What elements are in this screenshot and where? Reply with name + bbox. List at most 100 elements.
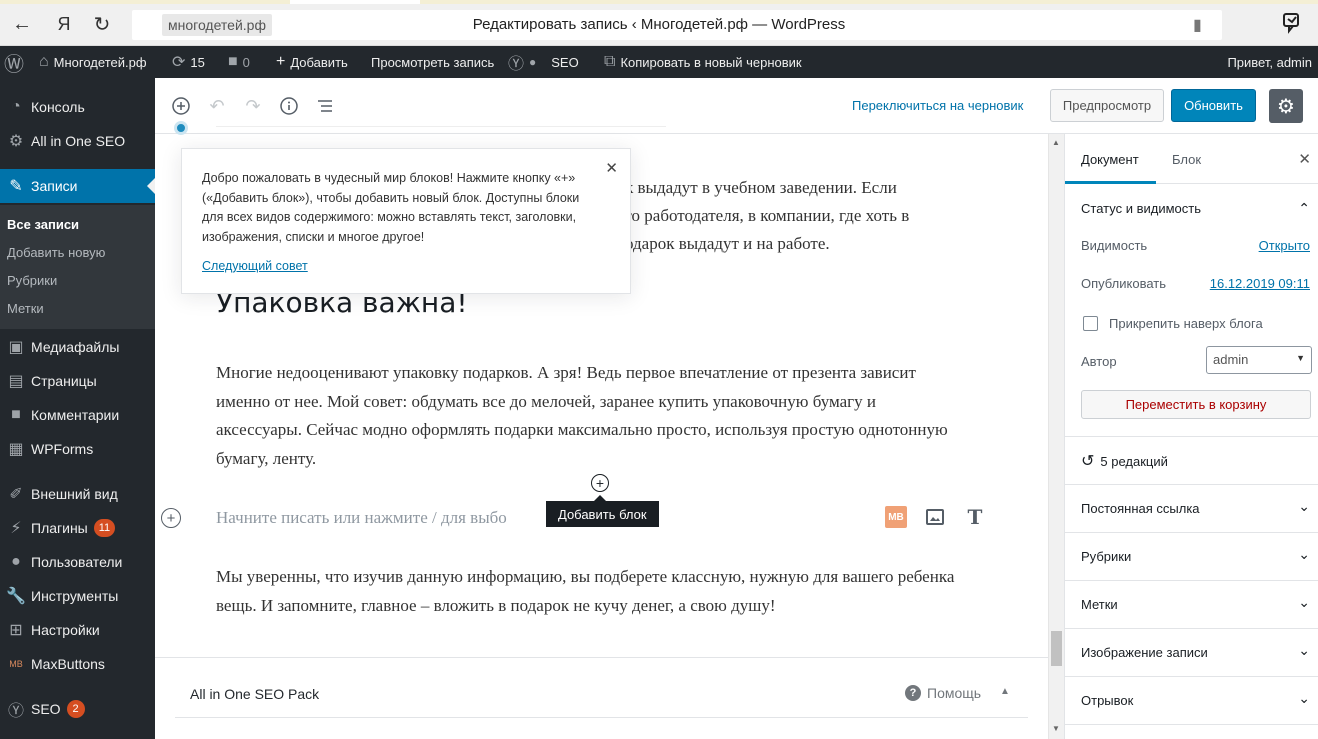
redo-icon[interactable]: ↷: [241, 94, 265, 118]
close-sidebar-icon[interactable]: ✕: [1298, 150, 1311, 168]
reload-icon[interactable]: ↻: [90, 12, 114, 36]
excerpt-section[interactable]: Отрывок: [1081, 693, 1133, 708]
tip-indicator-dot[interactable]: [174, 121, 188, 135]
chevron-down-icon[interactable]: ⌄: [1298, 594, 1310, 611]
move-to-trash-button[interactable]: Переместить в корзину: [1081, 390, 1311, 419]
view-post-link[interactable]: Просмотреть запись: [371, 46, 494, 78]
next-tip-link[interactable]: Следующий совет: [202, 259, 308, 273]
chevron-down-icon[interactable]: ⌄: [1298, 690, 1310, 707]
panel-divider: [1065, 484, 1318, 485]
paragraph-block-final[interactable]: Мы уверенны, что изучив данную информаци…: [216, 563, 966, 620]
undo-icon[interactable]: ↶: [205, 94, 229, 118]
sidebar-item-users[interactable]: ● Пользователи: [0, 545, 155, 579]
paragraph-line-2[interactable]: го работодателя, в компании, где хоть в: [625, 202, 945, 231]
browser-toolbar: ← Я ↻ многодетей.рф Редактировать запись…: [0, 0, 1318, 46]
chat-extension-icon[interactable]: [1282, 12, 1304, 40]
bookmark-icon[interactable]: ▮: [1193, 15, 1202, 35]
paragraph-block[interactable]: Многие недооценивают упаковку подарков. …: [216, 359, 966, 473]
back-icon[interactable]: ←: [10, 12, 34, 36]
paragraph-line-1[interactable]: к выдадут в учебном заведении. Если: [625, 174, 945, 203]
add-block-icon[interactable]: [169, 94, 193, 118]
permalink-section[interactable]: Постоянная ссылка: [1081, 501, 1200, 516]
revisions-label: 5 редакций: [1100, 453, 1168, 469]
maxbuttons-block-icon[interactable]: MB: [885, 506, 907, 528]
sidebar-item-pages[interactable]: ▤ Страницы: [0, 364, 155, 398]
settings-gear-icon[interactable]: ⚙: [1269, 89, 1303, 123]
tab-document[interactable]: Документ: [1081, 152, 1139, 167]
tags-section[interactable]: Метки: [1081, 597, 1118, 612]
submenu-categories[interactable]: Рубрики: [7, 273, 57, 288]
empty-block-placeholder[interactable]: Начните писать или нажмите / для выбо: [216, 508, 507, 528]
site-name-link[interactable]: ⌂ Многодетей.рф: [39, 46, 147, 78]
panel-divider: [1065, 628, 1318, 629]
author-select[interactable]: admin ▼: [1206, 346, 1312, 374]
outline-list-icon[interactable]: [313, 94, 337, 118]
paragraph-line-3[interactable]: одарок выдадут и на работе.: [625, 230, 945, 259]
comments-link[interactable]: ■ 0: [228, 46, 250, 78]
visibility-value-link[interactable]: Открыто: [1259, 238, 1310, 253]
active-tab[interactable]: [290, 0, 420, 4]
sidebar-item-tools[interactable]: 🔧 Инструменты: [0, 579, 155, 613]
scroll-up-icon[interactable]: ▲: [1052, 138, 1060, 147]
chevron-up-icon[interactable]: ⌃: [1298, 200, 1310, 217]
aioseo-title[interactable]: All in One SEO Pack: [190, 686, 319, 702]
sidebar-label: Настройки: [31, 622, 100, 638]
publish-date-link[interactable]: 16.12.2019 09:11: [1210, 276, 1310, 291]
sidebar-item-media[interactable]: ▣ Медиафайлы: [0, 330, 155, 364]
copy-draft-link[interactable]: ⧉ Копировать в новый черновик: [604, 46, 802, 78]
featured-image-section[interactable]: Изображение записи: [1081, 645, 1208, 660]
editor-scrollbar[interactable]: ▲ ▼: [1048, 134, 1064, 739]
submenu-all-posts[interactable]: Все записи: [7, 217, 79, 232]
scroll-down-icon[interactable]: ▼: [1052, 724, 1060, 733]
sidebar-item-maxbuttons[interactable]: MB MaxButtons: [0, 647, 155, 681]
add-new-link[interactable]: + Добавить: [276, 46, 348, 78]
updates-icon: ⟳: [172, 54, 186, 71]
chevron-down-icon[interactable]: ⌄: [1298, 642, 1310, 659]
status-visibility-title[interactable]: Статус и видимость: [1081, 201, 1201, 216]
block-inserter-icon[interactable]: +: [161, 508, 181, 528]
image-block-icon[interactable]: [926, 509, 944, 525]
author-value: admin: [1213, 352, 1249, 367]
yandex-button[interactable]: Я: [52, 12, 76, 36]
stick-to-top-checkbox[interactable]: [1083, 316, 1098, 331]
sidebar-label: Пользователи: [31, 554, 123, 570]
chevron-down-icon[interactable]: ⌄: [1298, 546, 1310, 563]
categories-section[interactable]: Рубрики: [1081, 549, 1131, 564]
wrench-icon: 🔧: [6, 588, 26, 605]
sidebar-item-aioseo[interactable]: ⚙ All in One SEO: [0, 124, 155, 158]
submenu-add-new[interactable]: Добавить новую: [7, 245, 105, 260]
update-button[interactable]: Обновить: [1171, 89, 1256, 122]
sidebar-item-seo[interactable]: Ⓨ SEO 2: [0, 692, 155, 726]
address-bar[interactable]: [132, 10, 1222, 40]
scrollbar-thumb[interactable]: [1051, 631, 1062, 666]
close-icon[interactable]: ✕: [605, 159, 618, 177]
user-greeting[interactable]: Привет, admin: [1227, 46, 1312, 78]
collapse-arrow-icon[interactable]: ▲: [1000, 686, 1010, 697]
panel-divider: [1065, 532, 1318, 533]
sidebar-item-dashboard[interactable]: ◔ Консоль: [0, 90, 155, 124]
seo-label: SEO: [551, 54, 579, 70]
url-domain[interactable]: многодетей.рф: [162, 14, 272, 36]
sibling-inserter-icon[interactable]: +: [591, 474, 609, 492]
sidebar-item-wpforms[interactable]: ▦ WPForms: [0, 432, 155, 466]
wordpress-logo-icon[interactable]: Ⓦ: [4, 46, 24, 78]
yoast-seo-link[interactable]: Ⓨ ● SEO: [508, 46, 579, 78]
seo-badge: 2: [66, 700, 85, 718]
panel-divider: [1065, 724, 1318, 725]
sidebar-item-appearance[interactable]: ✐ Внешний вид: [0, 477, 155, 511]
chevron-down-icon[interactable]: ⌄: [1298, 498, 1310, 515]
sidebar-item-settings[interactable]: ⊞ Настройки: [0, 613, 155, 647]
revisions-link[interactable]: ↺ 5 редакций: [1081, 451, 1168, 471]
sidebar-item-posts[interactable]: ✎ Записи: [0, 169, 155, 203]
aioseo-help-link[interactable]: ? Помощь: [905, 685, 981, 701]
heading-block-icon[interactable]: T: [964, 505, 986, 529]
submenu-tags[interactable]: Метки: [7, 301, 44, 316]
switch-to-draft-link[interactable]: Переключиться на черновик: [852, 98, 1023, 113]
sidebar-item-plugins[interactable]: ⚡ Плагины 11: [0, 511, 155, 545]
updates-link[interactable]: ⟳ 15: [172, 46, 205, 78]
panel-divider: [1065, 580, 1318, 581]
info-icon[interactable]: [277, 94, 301, 118]
preview-button[interactable]: Предпросмотр: [1050, 89, 1164, 122]
tab-block[interactable]: Блок: [1172, 152, 1201, 167]
sidebar-item-comments[interactable]: ■ Комментарии: [0, 398, 155, 432]
